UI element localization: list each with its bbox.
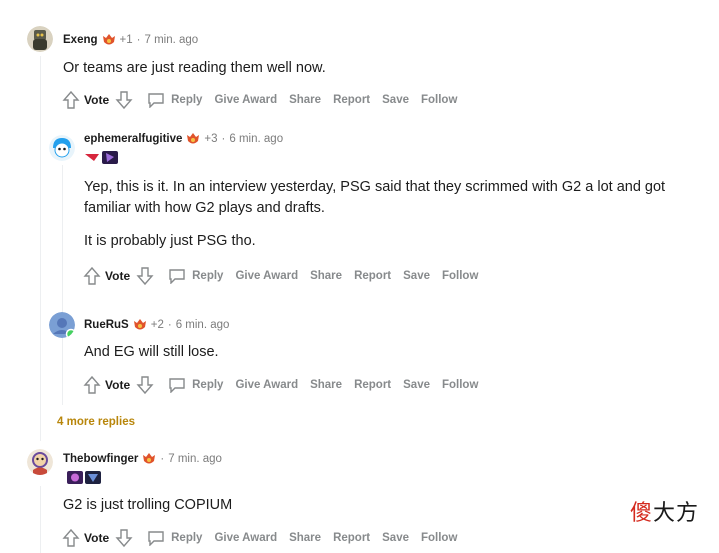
flair-fire-icon: [143, 453, 156, 464]
downvote-arrow-icon[interactable]: [136, 266, 154, 286]
downvote-arrow-icon[interactable]: [136, 375, 154, 395]
share-button[interactable]: Share: [289, 94, 321, 106]
comment-actions: Vote Reply Give Award Share Report Save …: [62, 90, 469, 110]
separator-dot: ·: [221, 133, 226, 145]
reply-bubble-icon: [148, 93, 164, 108]
username[interactable]: Exeng: [63, 34, 98, 46]
share-button[interactable]: Share: [289, 532, 321, 544]
username[interactable]: ephemeralfugitive: [84, 133, 182, 145]
give-award-button[interactable]: Give Award: [235, 379, 298, 391]
separator-dot: ·: [160, 453, 165, 465]
comment-actions: Vote Reply Give Award Share Report Save …: [83, 375, 490, 395]
downvote-arrow-icon[interactable]: [115, 90, 133, 110]
thread-line[interactable]: [40, 486, 41, 553]
flair-fire-icon: [133, 319, 146, 330]
save-button[interactable]: Save: [382, 94, 409, 106]
comment-body: Or teams are just reading them well now.: [63, 58, 326, 79]
comment-body: G2 is just trolling COPIUM: [63, 495, 232, 516]
save-button[interactable]: Save: [382, 532, 409, 544]
reply-button[interactable]: Reply: [168, 268, 223, 284]
save-button[interactable]: Save: [403, 270, 430, 282]
comment-body: And EG will still lose.: [84, 342, 219, 363]
give-award-button[interactable]: Give Award: [235, 270, 298, 282]
username[interactable]: RueRuS: [84, 319, 129, 331]
upvote-arrow-icon[interactable]: [83, 375, 101, 395]
upvote-arrow-icon[interactable]: [62, 528, 80, 548]
team-flair-icon: [67, 471, 83, 484]
timestamp[interactable]: 7 min. ago: [168, 453, 222, 465]
vote-count: Vote: [105, 378, 131, 392]
comment-text: And EG will still lose.: [84, 344, 219, 360]
report-button[interactable]: Report: [333, 532, 370, 544]
avatar[interactable]: [27, 449, 53, 475]
report-button[interactable]: Report: [333, 94, 370, 106]
timestamp[interactable]: 7 min. ago: [144, 34, 198, 46]
comment-header: RueRuS +2 · 6 min. ago: [84, 316, 229, 334]
follow-button[interactable]: Follow: [421, 532, 457, 544]
reply-bubble-icon: [169, 269, 185, 284]
karma: +1: [119, 34, 133, 46]
comment-text: Yep, this is it. In an interview yesterd…: [84, 179, 666, 195]
team-flair-icon: [84, 151, 100, 164]
share-button[interactable]: Share: [310, 270, 342, 282]
flair-fire-icon: [187, 133, 200, 144]
comment-text: Or teams are just reading them well now.: [63, 60, 326, 76]
avatar[interactable]: [27, 26, 53, 52]
reply-label: Reply: [192, 270, 224, 282]
downvote-arrow-icon[interactable]: [115, 528, 133, 548]
comment-body: Yep, this is it. In an interview yesterd…: [84, 177, 665, 252]
comment-text: G2 is just trolling COPIUM: [63, 497, 233, 513]
comment-header: ephemeralfugitive +3 · 6 min. ago: [84, 130, 283, 148]
comment-actions: Vote Reply Give Award Share Report Save …: [62, 528, 469, 548]
flair-fire-icon: [102, 34, 115, 45]
upvote-arrow-icon[interactable]: [83, 266, 101, 286]
follow-button[interactable]: Follow: [421, 94, 457, 106]
watermark-char: 傻: [629, 501, 653, 526]
karma: +2: [150, 319, 164, 331]
team-flair-icon: [102, 151, 118, 164]
vote-count: Vote: [84, 531, 110, 545]
report-button[interactable]: Report: [354, 379, 391, 391]
avatar[interactable]: [49, 312, 75, 338]
report-button[interactable]: Report: [354, 270, 391, 282]
give-award-button[interactable]: Give Award: [214, 532, 277, 544]
reply-label: Reply: [171, 94, 203, 106]
reply-bubble-icon: [169, 378, 185, 393]
comment-text: It is probably just PSG tho.: [84, 233, 256, 249]
comment-actions: Vote Reply Give Award Share Report Save …: [83, 266, 490, 286]
thread-line[interactable]: [62, 165, 63, 405]
watermark-text: 大方: [652, 501, 699, 526]
timestamp[interactable]: 6 min. ago: [229, 133, 283, 145]
follow-button[interactable]: Follow: [442, 270, 478, 282]
upvote-arrow-icon[interactable]: [62, 90, 80, 110]
save-button[interactable]: Save: [403, 379, 430, 391]
vote-count: Vote: [84, 93, 110, 107]
reply-bubble-icon: [148, 531, 164, 546]
karma: +3: [204, 133, 218, 145]
user-flair: [67, 471, 101, 485]
separator-dot: ·: [136, 34, 141, 46]
thread-line[interactable]: [40, 56, 41, 441]
reply-label: Reply: [192, 379, 224, 391]
user-flair: [84, 151, 118, 165]
username[interactable]: Thebowfinger: [63, 453, 138, 465]
follow-button[interactable]: Follow: [442, 379, 478, 391]
timestamp[interactable]: 6 min. ago: [176, 319, 230, 331]
give-award-button[interactable]: Give Award: [214, 94, 277, 106]
comment-text: familiar with how G2 plays and drafts.: [84, 200, 325, 216]
watermark: 傻大方: [630, 495, 699, 527]
avatar[interactable]: [49, 135, 75, 161]
reply-button[interactable]: Reply: [147, 530, 202, 546]
reply-button[interactable]: Reply: [168, 377, 223, 393]
comment-header: Exeng +1 · 7 min. ago: [63, 31, 198, 49]
share-button[interactable]: Share: [310, 379, 342, 391]
vote-count: Vote: [105, 269, 131, 283]
comment-header: Thebowfinger · 7 min. ago: [63, 450, 222, 468]
team-flair-icon: [85, 471, 101, 484]
more-replies-link[interactable]: 4 more replies: [57, 416, 135, 428]
separator-dot: ·: [167, 319, 172, 331]
reply-label: Reply: [171, 532, 203, 544]
reply-button[interactable]: Reply: [147, 92, 202, 108]
